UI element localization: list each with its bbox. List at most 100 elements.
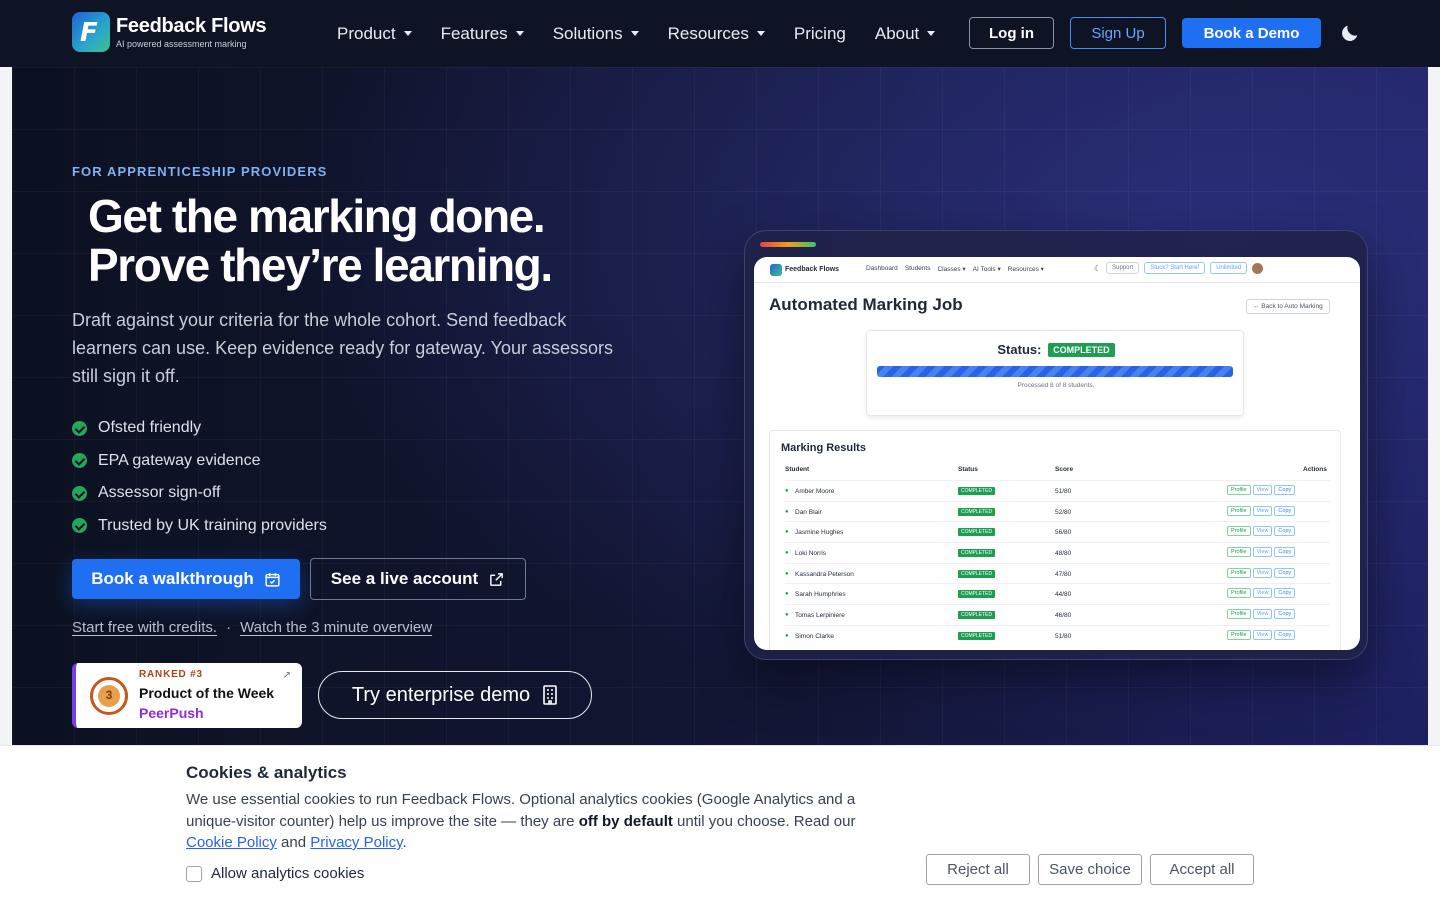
nav-about[interactable]: About xyxy=(875,24,936,44)
view-button: View xyxy=(1252,505,1273,516)
student-name: Sarah Humphries xyxy=(795,591,846,599)
hero-eyebrow: FOR APPRENTICESHIP PROVIDERS xyxy=(72,164,328,179)
table-row: ● Tomas Lerpiniere COMPLETED 46/80 Profile Vi… xyxy=(785,604,1330,625)
book-walkthrough-label: Book a walkthrough xyxy=(91,569,254,588)
check-circle-icon xyxy=(72,453,87,469)
badge-title: Product of the Week xyxy=(139,685,275,701)
user-icon: ● xyxy=(785,550,789,557)
profile-button: Profile xyxy=(1227,526,1251,537)
nav-solutions[interactable]: Solutions xyxy=(553,24,639,44)
status-badge: COMPLETED xyxy=(958,631,996,640)
app-menu: Dashboard Students Classes ▾ AI Tools ▾ … xyxy=(866,265,1044,273)
app-menu-item: Dashboard xyxy=(866,265,898,272)
badge-rank: RANKED #3 xyxy=(139,669,203,680)
user-icon: ● xyxy=(785,612,789,619)
nav-pricing[interactable]: Pricing xyxy=(794,24,846,44)
score-cell: 52/80 xyxy=(1055,508,1072,516)
stuck-pill: Stuck? Start Here! xyxy=(1144,262,1206,274)
profile-button: Profile xyxy=(1227,629,1251,640)
status-badge: COMPLETED xyxy=(958,507,996,516)
chevron-down-icon xyxy=(927,31,936,36)
enterprise-demo-button[interactable]: Try enterprise demo xyxy=(318,671,592,719)
table-row: ● Sarah Humphries COMPLETED 44/80 Profile Vie… xyxy=(785,583,1330,604)
student-name: Kassandra Peterson xyxy=(795,570,854,578)
user-icon: ● xyxy=(785,632,789,639)
privacy-policy-link[interactable]: Privacy Policy xyxy=(310,834,402,851)
start-free-link[interactable]: Start free with credits. xyxy=(72,619,217,636)
profile-button: Profile xyxy=(1227,485,1251,495)
enterprise-demo-label: Try enterprise demo xyxy=(351,683,531,706)
nav-features[interactable]: Features xyxy=(441,24,524,44)
app-menu-item: Resources ▾ xyxy=(1007,266,1044,273)
see-live-account-button[interactable]: See a live account xyxy=(310,558,526,600)
status-line: Status: COMPLETED xyxy=(867,342,1245,357)
table-row: ● Dan Blair COMPLETED 52/80 Profile View Copy xyxy=(785,500,1330,522)
copy-button: Copy xyxy=(1274,567,1296,578)
signup-button[interactable]: Sign Up xyxy=(1070,17,1166,49)
analytics-checkbox-label: Allow analytics cookies xyxy=(211,865,365,882)
student-name: Simon Clarke xyxy=(795,632,835,640)
nav-resources[interactable]: Resources xyxy=(668,24,765,44)
row-actions: Profile View Copy xyxy=(1227,588,1296,599)
moon-icon[interactable] xyxy=(1339,22,1361,44)
peerpush-badge[interactable]: RANKED #3 Product of the Week PeerPush ↗ xyxy=(72,663,302,728)
user-icon: ● xyxy=(785,570,789,577)
frame-accent-bar xyxy=(760,242,816,247)
student-name: Amber Moore xyxy=(795,488,835,495)
column-header: Student xyxy=(785,466,810,473)
status-badge: COMPLETED xyxy=(958,590,996,599)
support-pill: Support xyxy=(1106,262,1140,274)
results-card: Marking Results Student Status Score Act… xyxy=(769,430,1341,650)
see-live-account-label: See a live account xyxy=(330,569,479,588)
status-badge: COMPLETED xyxy=(958,549,996,558)
reject-all-button[interactable]: Reject all xyxy=(926,854,1030,885)
check-circle-icon xyxy=(72,485,87,501)
profile-button: Profile xyxy=(1227,505,1251,516)
app-page-title: Automated Marking Job xyxy=(769,295,963,314)
row-actions: Profile View Copy xyxy=(1227,526,1296,537)
medal-icon xyxy=(90,677,128,715)
table-row: ● Simon Clarke COMPLETED 51/80 Profile View Co… xyxy=(785,624,1330,646)
row-actions: Profile View Copy xyxy=(1227,505,1296,516)
score-cell: 46/80 xyxy=(1055,612,1072,620)
analytics-checkbox[interactable] xyxy=(186,865,202,882)
cookie-title: Cookies & analytics xyxy=(186,763,347,782)
login-button[interactable]: Log in xyxy=(969,17,1054,49)
row-actions: Profile View Copy xyxy=(1227,547,1296,558)
nav-features-label: Features xyxy=(440,23,508,43)
external-link-icon xyxy=(490,572,504,586)
chevron-down-icon xyxy=(630,31,639,36)
table-row: ● Loki Norris COMPLETED 48/80 Profile View Cop… xyxy=(785,542,1330,563)
hero-subtitle: Draft against your criteria for the whol… xyxy=(72,310,613,386)
user-icon: ● xyxy=(785,508,789,515)
checklist-item: Ofsted friendly xyxy=(72,412,327,445)
analytics-consent[interactable]: Allow analytics cookies xyxy=(186,865,364,882)
copy-button: Copy xyxy=(1274,526,1296,537)
nav-product[interactable]: Product xyxy=(337,24,412,44)
results-title: Marking Results xyxy=(781,442,866,454)
copy-button: Copy xyxy=(1274,629,1296,640)
view-button: View xyxy=(1252,526,1273,537)
score-cell: 56/80 xyxy=(1055,529,1072,537)
score-cell: 44/80 xyxy=(1055,591,1072,599)
brand-logo[interactable]: F Feedback Flows AI powered assessment m… xyxy=(72,12,267,52)
checklist-label: Assessor sign-off xyxy=(98,484,221,502)
nav-solutions-label: Solutions xyxy=(552,23,623,43)
app-menu-item: Students xyxy=(904,265,931,272)
chevron-down-icon xyxy=(515,31,524,36)
brand-tagline: AI powered assessment marking xyxy=(116,39,247,49)
watch-overview-link[interactable]: Watch the 3 minute overview xyxy=(240,619,432,636)
book-walkthrough-button[interactable]: Book a walkthrough xyxy=(72,559,300,599)
checklist-label: Ofsted friendly xyxy=(98,419,202,437)
accept-all-button[interactable]: Accept all xyxy=(1150,854,1254,885)
save-choice-button[interactable]: Save choice xyxy=(1038,854,1142,885)
view-button: View xyxy=(1252,547,1273,558)
cookie-policy-link[interactable]: Cookie Policy xyxy=(186,834,277,851)
table-row: ● Jasmine Hughes COMPLETED 56/80 Profile View… xyxy=(785,521,1330,542)
user-icon: ● xyxy=(785,591,789,598)
row-actions: Profile View Copy xyxy=(1227,485,1296,495)
status-badge: COMPLETED xyxy=(958,487,996,495)
copy-button: Copy xyxy=(1274,547,1296,558)
cookie-banner: Cookies & analytics We use essential coo… xyxy=(0,745,1440,900)
book-demo-button[interactable]: Book a Demo xyxy=(1182,18,1321,48)
